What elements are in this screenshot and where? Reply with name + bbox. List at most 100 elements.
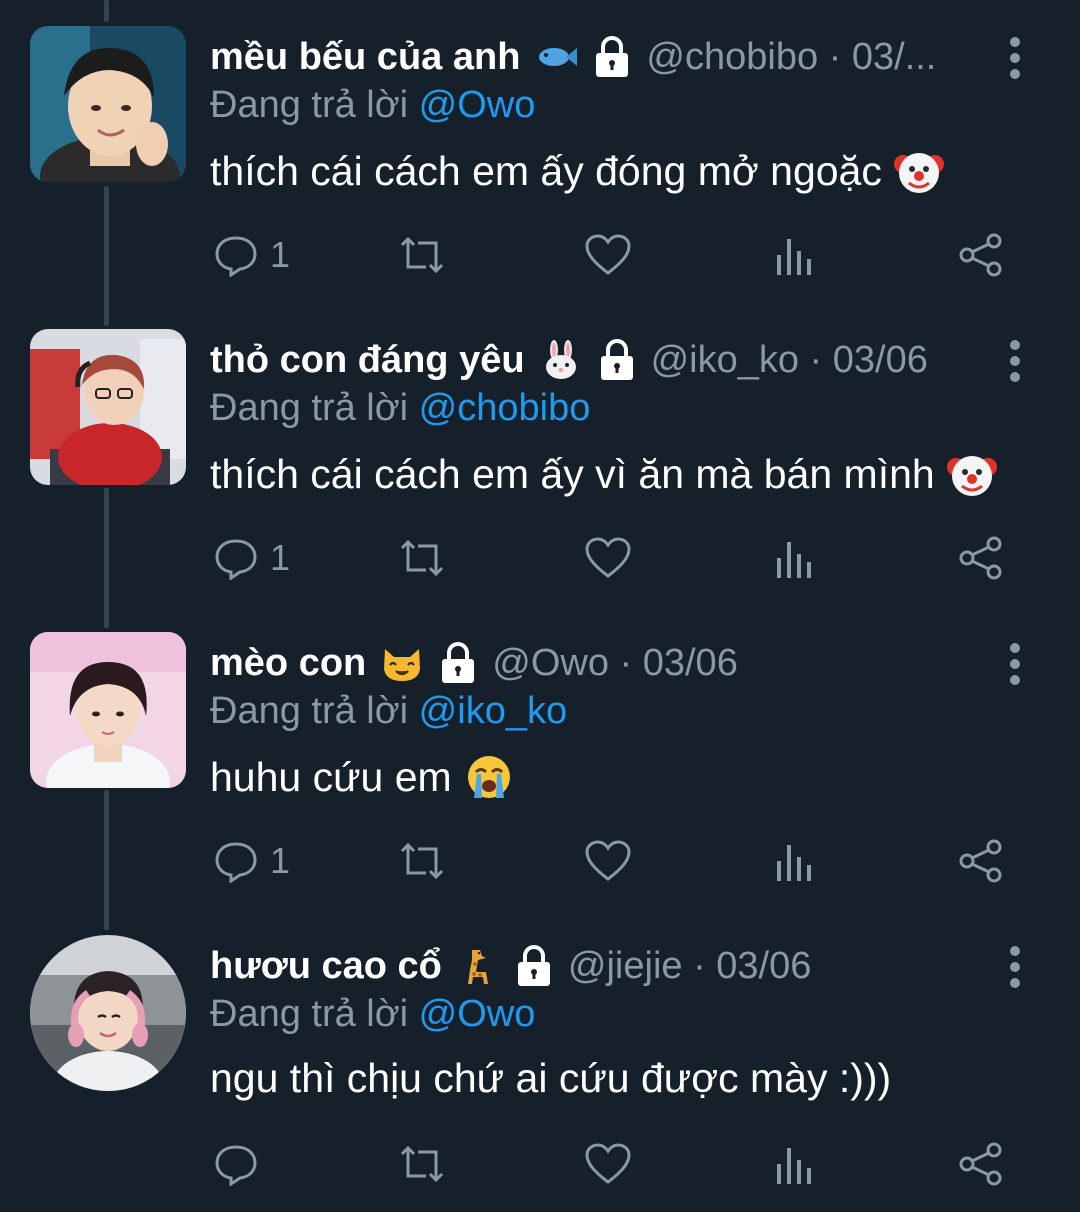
heart-icon [584, 536, 632, 580]
replying-to: Đang trả lời @iko_ko [210, 690, 567, 733]
tweet-header: mèo con @Owo · 03/06 [210, 638, 990, 688]
tweet[interactable]: mều bếu của anh @chobibo · 03/... Đang t… [0, 0, 1080, 303]
share-button[interactable] [958, 836, 1004, 886]
reply-icon [214, 1142, 258, 1186]
share-icon [958, 232, 1004, 278]
share-button[interactable] [958, 533, 1004, 583]
share-button[interactable] [958, 230, 1004, 280]
replying-to-handle[interactable]: @iko_ko [419, 690, 567, 732]
replying-to: Đang trả lời @Owo [210, 84, 535, 127]
replying-to-handle[interactable]: @chobibo [419, 387, 591, 429]
tweet-text: ngu thì chịu chứ ai cứu được mày :))) [210, 1055, 891, 1102]
views-button[interactable] [774, 836, 814, 886]
views-button[interactable] [774, 1139, 814, 1189]
replying-to-label: Đang trả lời [210, 387, 409, 429]
lock-icon [597, 338, 637, 382]
avatar[interactable] [30, 935, 186, 1091]
display-name[interactable]: hươu cao cổ [210, 945, 442, 988]
bar-chart-icon [774, 1142, 814, 1186]
tweet-body: ngu thì chịu chứ ai cứu được mày :))) [210, 1055, 892, 1101]
reply-button[interactable] [214, 1139, 258, 1189]
action-bar: 1 [210, 210, 1010, 300]
replying-to-handle[interactable]: @Owo [419, 993, 536, 1035]
like-button[interactable] [584, 1139, 632, 1189]
share-icon [958, 535, 1004, 581]
retweet-button[interactable] [396, 230, 448, 280]
more-options-icon[interactable] [1000, 36, 1030, 80]
lock-icon [438, 641, 478, 685]
bar-chart-icon [774, 536, 814, 580]
bar-chart-icon [774, 839, 814, 883]
bar-chart-icon [774, 233, 814, 277]
tweet-body: huhu cứu em [210, 753, 452, 800]
replying-to-label: Đang trả lời [210, 690, 409, 732]
like-button[interactable] [584, 533, 632, 583]
tweet-header: hươu cao cổ @jiejie · 03/06 [210, 941, 990, 991]
tweet-body: thích cái cách em ấy đóng mở ngoặc [210, 147, 882, 194]
tweet-text: huhu cứu em [210, 752, 514, 802]
replying-to: Đang trả lời @chobibo [210, 387, 590, 430]
handle-and-date: @iko_ko · 03/06 [650, 338, 928, 381]
retweet-icon [396, 233, 448, 277]
heart-icon [584, 839, 632, 883]
tweet-header: mều bếu của anh @chobibo · 03/... [210, 32, 990, 82]
tweet[interactable]: mèo con @Owo · 03/06 Đang trả lời @iko_k… [0, 606, 1080, 909]
display-name[interactable]: mèo con [210, 642, 366, 685]
share-icon [958, 838, 1004, 884]
reply-button[interactable]: 1 [214, 533, 290, 583]
share-icon [958, 1141, 1004, 1187]
replying-to: Đang trả lời @Owo [210, 993, 535, 1036]
like-button[interactable] [584, 836, 632, 886]
handle-and-date: @jiejie · 03/06 [567, 944, 812, 987]
tweet-text: thích cái cách em ấy đóng mở ngoặc [210, 146, 944, 196]
retweet-icon [396, 536, 448, 580]
tweet-header: thỏ con đáng yêu @iko_ko · 03/06 [210, 335, 990, 385]
reply-count: 1 [270, 840, 291, 881]
replying-to-handle[interactable]: @Owo [419, 84, 536, 126]
tweet[interactable]: thỏ con đáng yêu @iko_ko · 03/06 Đang tr… [0, 303, 1080, 606]
avatar[interactable] [30, 329, 186, 485]
lock-icon [514, 944, 554, 988]
giraffe-icon [456, 946, 500, 986]
fish-icon [534, 37, 578, 77]
more-options-icon[interactable] [1000, 642, 1030, 686]
like-button[interactable] [584, 230, 632, 280]
tweet[interactable]: hươu cao cổ @jiejie · 03/06 Đang trả lời… [0, 909, 1080, 1212]
cat-face-icon [380, 643, 424, 683]
retweet-button[interactable] [396, 1139, 448, 1189]
replying-to-label: Đang trả lời [210, 993, 409, 1035]
more-options-icon[interactable] [1000, 945, 1030, 989]
action-bar: 1 [210, 513, 1010, 603]
heart-icon [584, 233, 632, 277]
rabbit-face-icon [539, 340, 583, 380]
reply-button[interactable]: 1 [214, 836, 290, 886]
lock-icon [592, 35, 632, 79]
reply-icon [214, 233, 258, 277]
reply-count: 1 [270, 234, 291, 275]
retweet-icon [396, 839, 448, 883]
reply-count: 1 [270, 537, 291, 578]
more-options-icon[interactable] [1000, 339, 1030, 383]
retweet-icon [396, 1142, 448, 1186]
loudly-crying-face-icon [464, 752, 514, 802]
display-name[interactable]: mều bếu của anh [210, 36, 520, 79]
heart-icon [584, 1142, 632, 1186]
reply-button[interactable]: 1 [214, 230, 290, 280]
handle-and-date: @chobibo · 03/... [646, 35, 937, 78]
avatar[interactable] [30, 632, 186, 788]
display-name[interactable]: thỏ con đáng yêu [210, 339, 525, 382]
retweet-button[interactable] [396, 836, 448, 886]
views-button[interactable] [774, 533, 814, 583]
reply-icon [214, 536, 258, 580]
reply-icon [214, 839, 258, 883]
share-button[interactable] [958, 1139, 1004, 1189]
tweet-text: thích cái cách em ấy vì ăn mà bán mình [210, 449, 997, 499]
avatar[interactable] [30, 26, 186, 182]
retweet-button[interactable] [396, 533, 448, 583]
clown-face-icon [946, 449, 997, 499]
views-button[interactable] [774, 230, 814, 280]
action-bar [210, 1119, 1010, 1209]
tweet-body: thích cái cách em ấy vì ăn mà bán mình [210, 450, 935, 497]
action-bar: 1 [210, 816, 1010, 906]
clown-face-icon [893, 146, 944, 196]
